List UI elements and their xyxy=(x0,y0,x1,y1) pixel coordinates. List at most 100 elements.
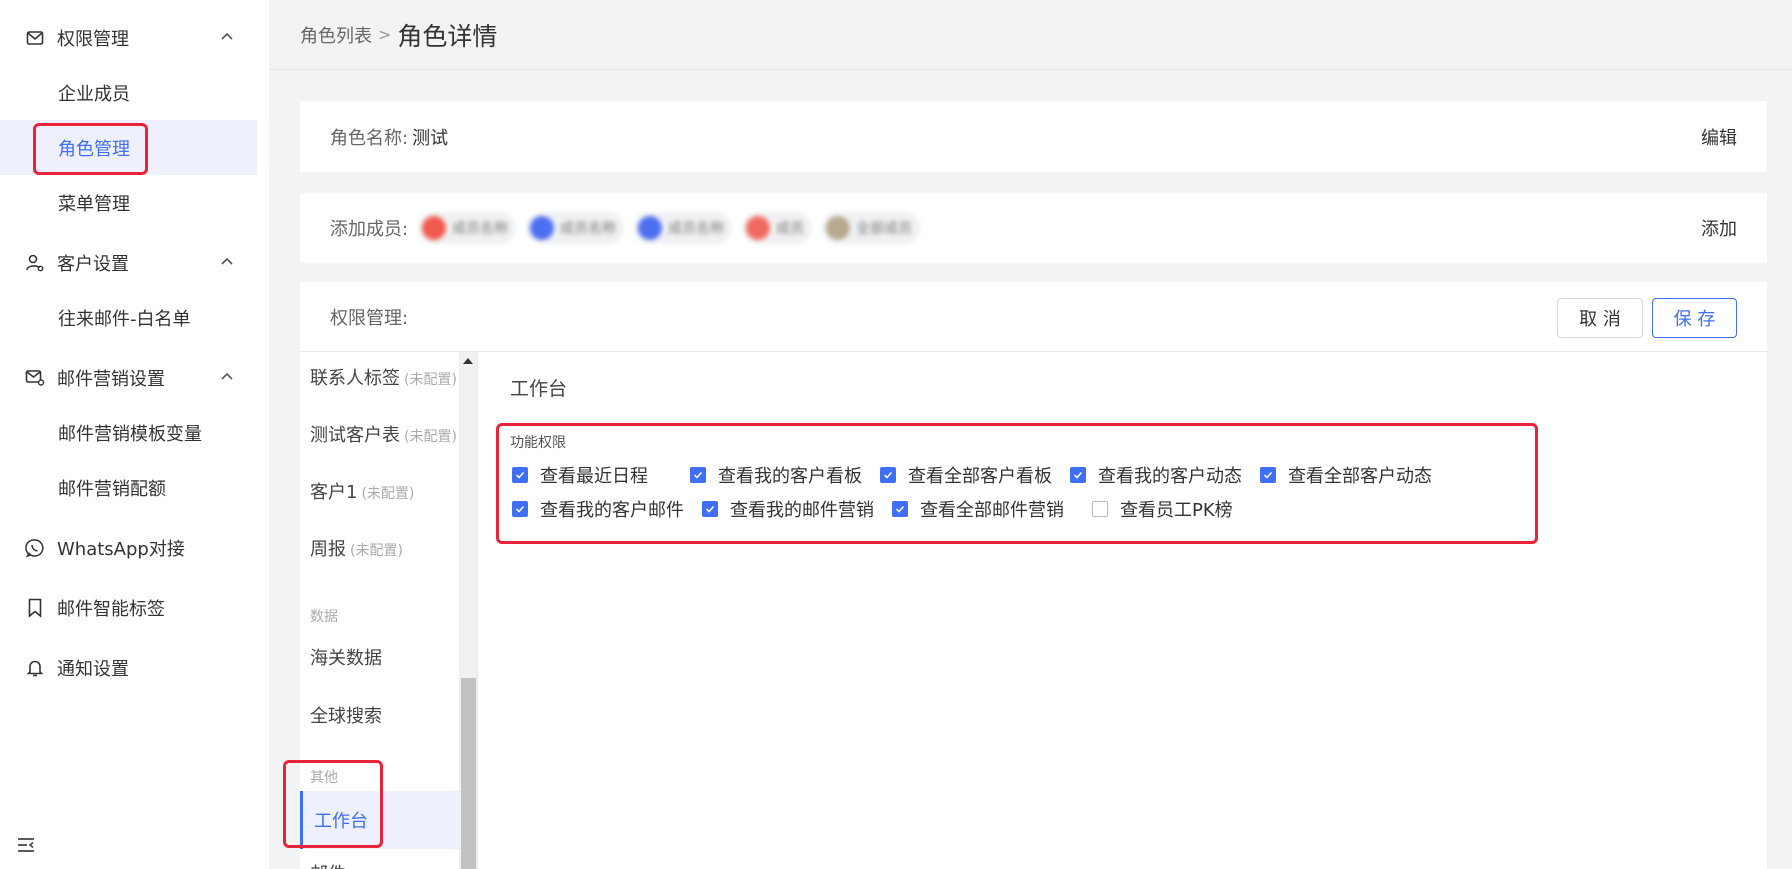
checkbox-checked-icon[interactable] xyxy=(702,501,718,517)
module-category-other: 其他 xyxy=(310,770,338,786)
permission-checkbox[interactable]: 查看最近日程 xyxy=(512,462,690,488)
bell-icon xyxy=(24,657,46,679)
avatar xyxy=(746,216,771,240)
permission-checkbox[interactable]: 查看全部客户看板 xyxy=(880,462,1070,488)
permission-checkbox[interactable]: 查看全部邮件营销 xyxy=(892,496,1092,522)
checkbox-checked-icon[interactable] xyxy=(892,501,908,517)
checkbox-unchecked-icon[interactable] xyxy=(1092,501,1108,517)
module-item-tag: (未配置) xyxy=(350,543,403,559)
checkbox-checked-icon[interactable] xyxy=(512,501,528,517)
avatar xyxy=(638,216,663,240)
module-list-scrollbar[interactable] xyxy=(459,352,477,869)
module-item-tag: (未配置) xyxy=(404,429,457,445)
module-item-tag: (未配置) xyxy=(361,486,415,502)
avatar xyxy=(826,216,851,240)
checkbox-label: 查看全部客户动态 xyxy=(1288,466,1432,487)
member-list: 成员名称 成员名称 成员名称 成员 全部成员 xyxy=(418,212,930,244)
module-item-tag: (未配置) xyxy=(404,372,457,388)
checkbox-label: 查看最近日程 xyxy=(540,466,648,487)
members-card: 添加成员: 成员名称 成员名称 成员名称 成员 全部成员 添加 xyxy=(300,193,1767,263)
chevron-up-icon[interactable] xyxy=(219,254,235,270)
module-item-customer1[interactable]: 客户1 (未配置) xyxy=(300,478,460,504)
function-permissions-label: 功能权限 xyxy=(510,435,566,451)
member-name: 全部成员 xyxy=(856,221,913,237)
sidebar-group-customer[interactable]: 客户设置 xyxy=(0,235,257,290)
sidebar-group-label: 邮件营销设置 xyxy=(57,368,165,390)
checkbox-label: 查看我的客户看板 xyxy=(718,466,862,487)
module-item-workbench[interactable]: 工作台 xyxy=(300,791,460,849)
sidebar-group-permission[interactable]: 权限管理 xyxy=(0,10,257,65)
module-item-global-search[interactable]: 全球搜索 xyxy=(300,702,460,728)
checkbox-label: 查看全部邮件营销 xyxy=(920,500,1064,521)
sidebar-group-whatsapp[interactable]: WhatsApp对接 xyxy=(0,520,257,575)
checkbox-row-2: 查看我的客户邮件 查看我的邮件营销 查看全部邮件营销 查看员工PK榜 xyxy=(512,496,1282,522)
sidebar-group-label: 邮件智能标签 xyxy=(57,598,165,620)
sidebar-group-mail-marketing[interactable]: 邮件营销设置 xyxy=(0,350,257,405)
permission-checkbox[interactable]: 查看我的客户邮件 xyxy=(512,496,702,522)
member-chip[interactable]: 全部成员 xyxy=(822,212,921,244)
chevron-up-icon[interactable] xyxy=(219,369,235,385)
module-item-label: 海关数据 xyxy=(310,648,382,669)
sidebar-item-menus[interactable]: 菜单管理 xyxy=(0,175,257,230)
role-name-value: 测试 xyxy=(412,127,449,149)
module-item-label: 周报 xyxy=(310,539,346,560)
sidebar-group-smart-tags[interactable]: 邮件智能标签 xyxy=(0,580,257,635)
sidebar-item-label: 菜单管理 xyxy=(58,193,130,215)
member-name: 成员名称 xyxy=(668,221,725,237)
cancel-button[interactable]: 取 消 xyxy=(1557,298,1643,338)
permission-panel: 工作台 功能权限 查看最近日程 查看我的客户看板 查看全部客户看板 查看我的客户动态查… xyxy=(480,352,1767,869)
sidebar-group-label: 客户设置 xyxy=(57,253,129,275)
sidebar-item-label: 企业成员 xyxy=(58,83,130,105)
checkbox-checked-icon[interactable] xyxy=(1260,467,1276,483)
member-name: 成员名称 xyxy=(452,221,509,237)
scrollbar-thumb[interactable] xyxy=(461,678,476,869)
module-item-label: 全球搜索 xyxy=(310,706,382,727)
permission-card: 权限管理: 取 消 保 存 联系人标签 (未配置) 测试客户表 (未配置) 客户1(… xyxy=(300,282,1767,869)
member-name: 成员 xyxy=(776,221,805,237)
member-chip[interactable]: 成员名称 xyxy=(634,212,733,244)
scroll-up-arrow-icon[interactable] xyxy=(463,358,473,364)
edit-button[interactable]: 编辑 xyxy=(1701,124,1737,150)
module-item-test-table[interactable]: 测试客户表 (未配置) xyxy=(300,421,460,447)
module-item-label: 邮件 xyxy=(310,864,346,869)
module-item-label: 客户1 xyxy=(310,482,358,503)
member-chip[interactable]: 成员名称 xyxy=(418,212,517,244)
module-item-customs-data[interactable]: 海关数据 xyxy=(300,644,460,670)
sidebar-item-quota[interactable]: 邮件营销配额 xyxy=(0,460,257,515)
sidebar-group-label: 权限管理 xyxy=(57,28,129,50)
avatar xyxy=(530,216,555,240)
member-chip[interactable]: 成员名称 xyxy=(526,212,625,244)
sidebar-item-roles[interactable]: 角色管理 xyxy=(0,120,257,175)
menu-collapse-icon[interactable] xyxy=(16,836,36,854)
page-title: 角色详情 xyxy=(397,21,498,51)
checkbox-checked-icon[interactable] xyxy=(512,467,528,483)
member-name: 成员名称 xyxy=(560,221,617,237)
module-item-mail[interactable]: 邮件 xyxy=(300,860,460,869)
module-item-label: 工作台 xyxy=(314,811,368,832)
save-button[interactable]: 保 存 xyxy=(1652,298,1737,338)
checkbox-label: 查看员工PK榜 xyxy=(1120,500,1233,521)
module-item-contact-tags[interactable]: 联系人标签 (未配置) xyxy=(300,364,460,390)
module-item-weekly[interactable]: 周报 (未配置) xyxy=(300,535,460,561)
sidebar-item-template-vars[interactable]: 邮件营销模板变量 xyxy=(0,405,257,460)
permission-checkbox[interactable]: 查看我的客户动态 xyxy=(1070,462,1260,488)
checkbox-checked-icon[interactable] xyxy=(690,467,706,483)
member-chip[interactable]: 成员 xyxy=(742,212,813,244)
sidebar-group-notifications[interactable]: 通知设置 xyxy=(0,640,257,695)
permission-checkbox[interactable]: 查看全部客户动态 xyxy=(1260,462,1450,488)
sidebar-item-label: 邮件营销模板变量 xyxy=(58,423,202,445)
permission-checkbox[interactable]: 查看我的客户看板 xyxy=(690,462,880,488)
section-title: 工作台 xyxy=(510,378,568,400)
checkbox-checked-icon[interactable] xyxy=(880,467,896,483)
add-member-button[interactable]: 添加 xyxy=(1701,215,1737,241)
function-permissions-group: 功能权限 查看最近日程 查看我的客户看板 查看全部客户看板 查看我的客户动态 查看全部客… xyxy=(496,423,1538,544)
sidebar-item-whitelist[interactable]: 往来邮件-白名单 xyxy=(0,290,257,345)
chevron-up-icon[interactable] xyxy=(219,29,235,45)
permission-checkbox[interactable]: 查看我的邮件营销 xyxy=(702,496,892,522)
sidebar-item-members[interactable]: 企业成员 xyxy=(0,65,257,120)
permission-checkbox[interactable]: 查看员工PK榜 xyxy=(1092,496,1282,522)
breadcrumb-parent[interactable]: 角色列表 xyxy=(300,22,372,48)
whatsapp-icon xyxy=(24,537,46,559)
bookmark-icon xyxy=(24,597,46,619)
checkbox-checked-icon[interactable] xyxy=(1070,467,1086,483)
